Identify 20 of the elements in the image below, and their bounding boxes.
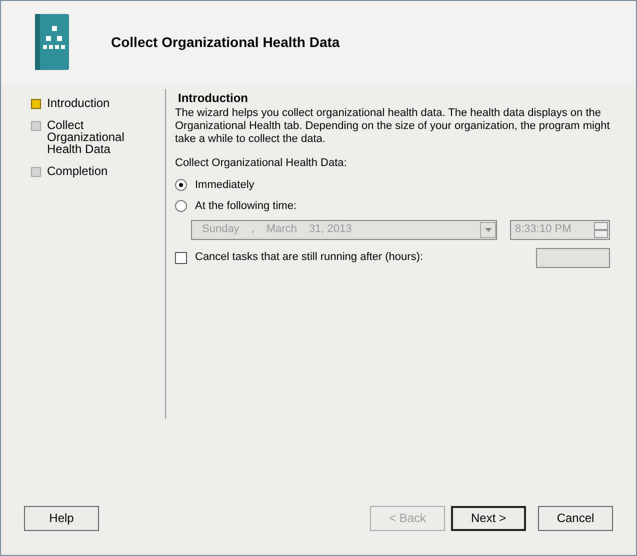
book-icon bbox=[33, 12, 71, 72]
section-heading: Introduction bbox=[177, 90, 249, 107]
wizard-button[interactable]: Help bbox=[24, 506, 99, 530]
wizard-button[interactable]: Next > bbox=[451, 506, 526, 530]
window-title: Collect Organizational Health Data bbox=[111, 32, 340, 52]
step-label: Introduction bbox=[47, 97, 111, 109]
schedule-label: Collect Organizational Health Data: bbox=[175, 156, 348, 171]
description-text: The wizard helps you collect organizational health data. The health data displays on the Organizational Health tab. Depending on the size of your organization, the program might take a while to collect the data. bbox=[175, 107, 610, 146]
radio-button[interactable] bbox=[175, 178, 187, 191]
checkbox-label: Cancel tasks that are still running after (hours): bbox=[195, 250, 424, 266]
hours-field[interactable] bbox=[536, 248, 610, 268]
step-label: Completion bbox=[47, 165, 109, 177]
step-label: Collect Organizational Health Data bbox=[47, 119, 126, 155]
dropdown-arrow-icon bbox=[484, 228, 492, 232]
wizard-button[interactable]: Cancel bbox=[538, 506, 613, 530]
radio-label: Immediately bbox=[195, 178, 254, 192]
radio-button[interactable] bbox=[175, 200, 187, 212]
radio-label: At the following time: bbox=[195, 199, 296, 214]
spinner-icon bbox=[594, 222, 608, 238]
checkbox[interactable] bbox=[175, 252, 187, 264]
